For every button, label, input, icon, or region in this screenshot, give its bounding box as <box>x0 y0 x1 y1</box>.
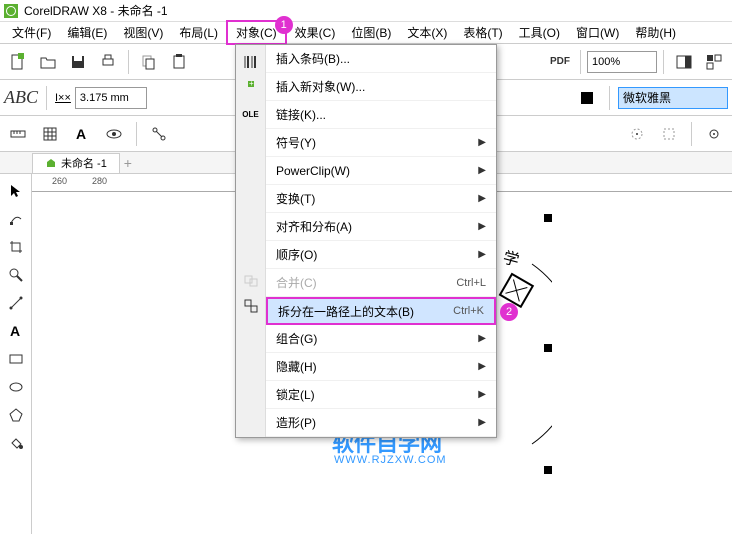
dd-group[interactable]: 组合(G)▶ <box>266 325 496 353</box>
window-title: CorelDRAW X8 - 未命名 -1 <box>24 2 168 19</box>
watermark-url: WWW.RJZXW.COM <box>334 454 447 466</box>
eye-icon[interactable] <box>100 120 128 148</box>
polygon-tool[interactable] <box>3 402 29 428</box>
zoom-tool[interactable] <box>3 262 29 288</box>
separator <box>128 50 129 74</box>
dd-insert-barcode[interactable]: 插入条码(B)... <box>266 45 496 73</box>
toolbox: A <box>0 174 32 534</box>
dd-shape[interactable]: 造形(P)▶ <box>266 409 496 437</box>
menu-edit[interactable]: 编辑(E) <box>59 22 115 43</box>
home-icon <box>45 157 57 169</box>
menu-file[interactable]: 文件(F) <box>4 22 59 43</box>
crop-tool[interactable] <box>3 234 29 260</box>
separator <box>691 122 692 146</box>
text-tool[interactable]: A <box>3 318 29 344</box>
dd-insert-object[interactable]: 插入新对象(W)... <box>266 73 496 101</box>
font-select[interactable] <box>618 87 728 109</box>
copy-button[interactable] <box>135 48 163 76</box>
pdf-button[interactable]: PDF <box>546 48 574 76</box>
chevron-right-icon: ▶ <box>478 249 486 260</box>
menu-layout[interactable]: 布局(L) <box>171 22 226 43</box>
separator <box>46 86 47 110</box>
freehand-tool[interactable] <box>3 290 29 316</box>
doc-tab[interactable]: 未命名 -1 <box>32 153 120 173</box>
text-path-icon: ABC <box>4 87 38 108</box>
fill-tool[interactable] <box>3 430 29 456</box>
dd-link[interactable]: 链接(K)... <box>266 101 496 129</box>
grid-icon[interactable] <box>36 120 64 148</box>
rectangle-tool[interactable] <box>3 346 29 372</box>
merge-icon <box>239 267 263 293</box>
dim-input[interactable] <box>75 87 147 109</box>
zoom-select[interactable] <box>587 51 657 73</box>
pick-tool[interactable] <box>3 178 29 204</box>
chevron-right-icon: ▶ <box>478 137 486 148</box>
swatch-button[interactable] <box>573 84 601 112</box>
object-menu-dropdown: + OLE 插入条码(B)... 插入新对象(W)... 链接(K)... 符号… <box>235 44 497 438</box>
dd-lock[interactable]: 锁定(L)▶ <box>266 381 496 409</box>
snap-icon[interactable] <box>655 120 683 148</box>
ellipse-tool[interactable] <box>3 374 29 400</box>
ruler-icon[interactable] <box>4 120 32 148</box>
menu-text[interactable]: 文本(X) <box>399 22 455 43</box>
menu-tools[interactable]: 工具(O) <box>511 22 568 43</box>
gear-icon[interactable] <box>700 120 728 148</box>
barcode-icon <box>239 49 263 75</box>
title-bar: CorelDRAW X8 - 未命名 -1 <box>0 0 732 22</box>
callout-2: 2 <box>500 303 518 321</box>
menu-table[interactable]: 表格(T) <box>455 22 510 43</box>
text-icon[interactable]: A <box>68 120 96 148</box>
menu-object[interactable]: 对象(C) 1 <box>226 20 287 45</box>
save-button[interactable] <box>64 48 92 76</box>
paste-button[interactable] <box>165 48 193 76</box>
tab-label: 未命名 -1 <box>61 155 107 171</box>
svg-text:+: + <box>249 80 254 88</box>
dd-order[interactable]: 顺序(O)▶ <box>266 241 496 269</box>
chevron-right-icon: ▶ <box>478 389 486 400</box>
menu-bitmap[interactable]: 位图(B) <box>343 22 399 43</box>
open-button[interactable] <box>34 48 62 76</box>
connect-icon[interactable] <box>145 120 173 148</box>
print-button[interactable] <box>94 48 122 76</box>
separator <box>580 50 581 74</box>
shape-tool[interactable] <box>3 206 29 232</box>
chevron-right-icon: ▶ <box>478 417 486 428</box>
dd-transform[interactable]: 变换(T)▶ <box>266 185 496 213</box>
chevron-right-icon: ▶ <box>478 193 486 204</box>
chevron-right-icon: ▶ <box>478 333 486 344</box>
svg-text:A: A <box>10 323 20 339</box>
dim-label: I×× <box>55 92 71 104</box>
menu-effect[interactable]: 效果(C) <box>287 22 344 43</box>
dock-button[interactable] <box>670 48 698 76</box>
separator <box>609 86 610 110</box>
new-doc-button[interactable] <box>4 48 32 76</box>
svg-text:A: A <box>76 126 86 142</box>
app-logo-icon <box>4 4 18 18</box>
menu-view[interactable]: 视图(V) <box>115 22 171 43</box>
menu-bar: 文件(F) 编辑(E) 视图(V) 布局(L) 对象(C) 1 效果(C) 位图… <box>0 22 732 44</box>
align-icon[interactable] <box>623 120 651 148</box>
menu-window[interactable]: 窗口(W) <box>568 22 627 43</box>
dropdown-items: 插入条码(B)... 插入新对象(W)... 链接(K)... 符号(Y)▶ P… <box>266 45 496 437</box>
tab-add[interactable]: + <box>120 155 136 171</box>
plus-icon: + <box>239 75 263 101</box>
dd-symbol[interactable]: 符号(Y)▶ <box>266 129 496 157</box>
menu-help[interactable]: 帮助(H) <box>627 22 684 43</box>
dd-hide[interactable]: 隐藏(H)▶ <box>266 353 496 381</box>
dd-combine: 合并(C)Ctrl+L <box>266 269 496 297</box>
separator <box>136 122 137 146</box>
chevron-right-icon: ▶ <box>478 165 486 176</box>
ole-icon: OLE <box>239 101 263 127</box>
break-icon <box>239 293 263 319</box>
chevron-right-icon: ▶ <box>478 221 486 232</box>
dropdown-icon-column: + OLE <box>236 45 266 437</box>
dd-align[interactable]: 对齐和分布(A)▶ <box>266 213 496 241</box>
dd-powerclip[interactable]: PowerClip(W)▶ <box>266 157 496 185</box>
panel-button[interactable] <box>700 48 728 76</box>
callout-1: 1 <box>275 16 293 34</box>
dd-break-apart[interactable]: 拆分在一路径上的文本(B) Ctrl+K 2 <box>266 297 496 325</box>
chevron-right-icon: ▶ <box>478 361 486 372</box>
separator <box>663 50 664 74</box>
svg-text:学: 学 <box>501 248 521 270</box>
